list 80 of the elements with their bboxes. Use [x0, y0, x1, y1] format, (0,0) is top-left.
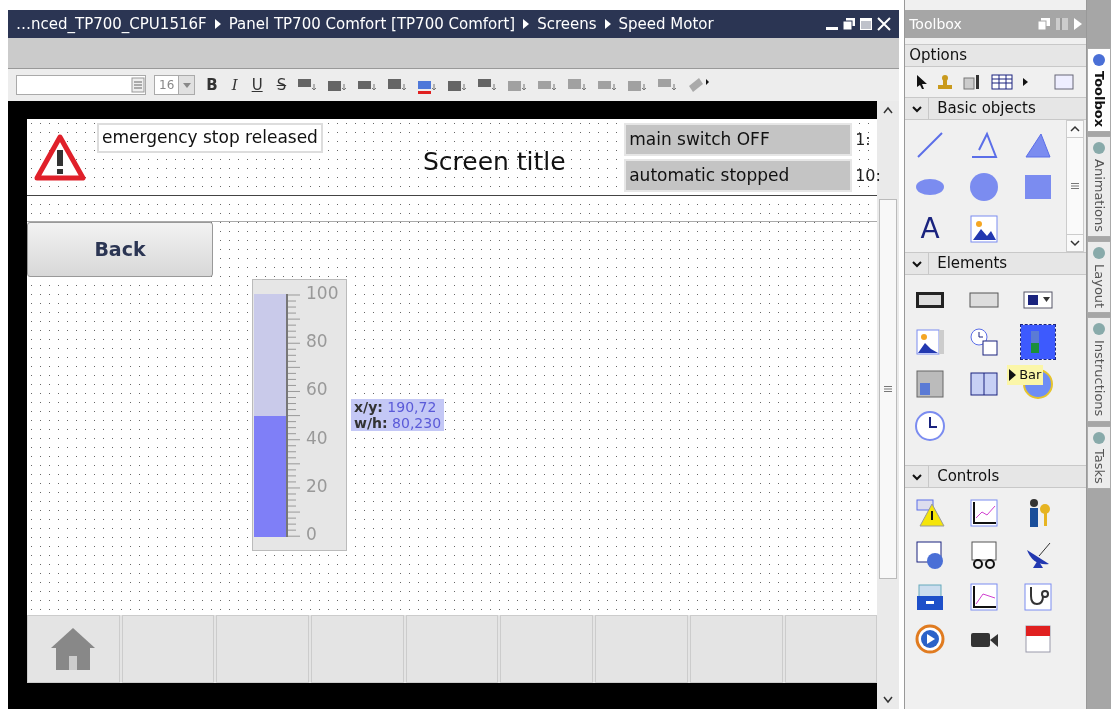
stethoscope-icon[interactable] — [1023, 582, 1054, 612]
status-field: automatic stopped — [624, 159, 853, 192]
vertical-scrollbar[interactable] — [1066, 120, 1084, 252]
browser-globe-icon[interactable] — [915, 540, 946, 570]
scale-label: 20 — [306, 477, 329, 495]
list-icon — [131, 77, 145, 93]
side-tab[interactable]: Animations — [1087, 136, 1111, 238]
screen-title: Screen title — [422, 146, 566, 178]
pdf-document-icon[interactable] — [1023, 624, 1054, 654]
table-icon[interactable] — [991, 74, 1014, 90]
stamp-icon[interactable] — [937, 74, 954, 90]
image-list-icon[interactable] — [915, 327, 946, 357]
function-key-slot[interactable] — [27, 615, 120, 683]
arrow-right-icon — [604, 19, 611, 29]
tab-icon — [1092, 141, 1106, 156]
alarm-warning-icon[interactable] — [915, 498, 946, 528]
polyline-icon[interactable] — [969, 130, 1000, 160]
scale-label: 0 — [306, 525, 318, 543]
format-painter-icon[interactable] — [687, 76, 710, 94]
status-field: main switch OFF — [624, 123, 853, 156]
position-tooltip: x/y: 190,72 w/h: 80,230 — [351, 399, 445, 431]
side-tab[interactable]: Layout — [1087, 241, 1111, 314]
tooltip-text: Bar — [1019, 366, 1042, 384]
scale-label: 40 — [306, 429, 329, 447]
trend-chart-icon[interactable] — [969, 498, 1000, 528]
text-style-button[interactable]: S — [273, 73, 290, 97]
side-tab[interactable]: Toolbox — [1087, 48, 1111, 133]
clock-number-icon[interactable] — [969, 327, 1000, 357]
tab-icon — [1092, 322, 1106, 337]
scale-label: 80 — [306, 333, 329, 351]
breadcrumb-item[interactable]: Panel TP700 Comfort [TP700 Comfort] — [228, 12, 516, 36]
section-header[interactable]: Elements — [905, 252, 1086, 275]
line-icon[interactable] — [915, 130, 946, 160]
arrow-right-icon — [214, 19, 221, 29]
breadcrumb-item[interactable]: …nced_TP700_CPU1516F — [16, 12, 207, 36]
font-size-select[interactable]: 16 — [154, 75, 196, 95]
section-header[interactable]: Basic objects — [905, 97, 1086, 120]
arrow-right-icon[interactable] — [1023, 78, 1029, 86]
image-icon[interactable] — [969, 214, 1000, 244]
font-field[interactable] — [16, 75, 146, 95]
side-tab[interactable]: Instructions — [1087, 317, 1111, 422]
caret-down-icon — [182, 82, 191, 88]
scale-label: 100 — [306, 285, 339, 302]
side-tab[interactable]: Tasks — [1087, 425, 1111, 489]
breadcrumb-item[interactable]: Screens — [537, 12, 597, 36]
text-style-button[interactable]: U — [248, 73, 266, 97]
breadcrumb-item[interactable]: Speed Motor — [618, 12, 714, 36]
grip-icon — [884, 386, 893, 392]
section-header[interactable]: Controls — [905, 465, 1086, 488]
arrow-right-icon — [1009, 368, 1017, 381]
scrollbar-thumb[interactable] — [879, 199, 898, 579]
xy-chart-icon[interactable] — [969, 582, 1000, 612]
scale-label: 60 — [306, 381, 329, 399]
tab-icon — [1092, 430, 1106, 445]
circle-icon[interactable] — [969, 172, 1000, 202]
warning-icon — [33, 133, 87, 183]
book-icon[interactable] — [969, 369, 1000, 399]
grip-icon — [1071, 183, 1079, 189]
text-style-button[interactable]: I — [228, 73, 241, 97]
file-drawer-icon[interactable] — [915, 582, 946, 612]
rectangle-icon[interactable] — [1023, 172, 1054, 202]
clock-icon[interactable] — [915, 411, 946, 441]
media-player-icon[interactable] — [915, 624, 946, 654]
close-icon[interactable] — [877, 17, 892, 31]
maximize-icon[interactable] — [860, 17, 873, 31]
pointer-icon[interactable] — [917, 75, 928, 89]
text-tool-icon[interactable]: A — [920, 215, 940, 243]
vertical-scrollbar[interactable] — [877, 101, 900, 709]
tab-icon — [1092, 246, 1106, 261]
tab-icon — [1092, 53, 1106, 67]
time-text: 10: — [855, 164, 878, 187]
home-icon — [50, 626, 96, 672]
text-style-button[interactable]: B — [203, 73, 221, 97]
section-header[interactable]: Options — [905, 44, 1086, 67]
time-text: 1: — [855, 128, 872, 151]
toolbox-title: Toolbox — [909, 14, 962, 34]
scale-ticks-icon — [288, 294, 300, 537]
back-button[interactable]: Back — [27, 222, 213, 277]
restore-icon[interactable] — [843, 17, 856, 31]
arrow-right-icon — [523, 19, 530, 29]
